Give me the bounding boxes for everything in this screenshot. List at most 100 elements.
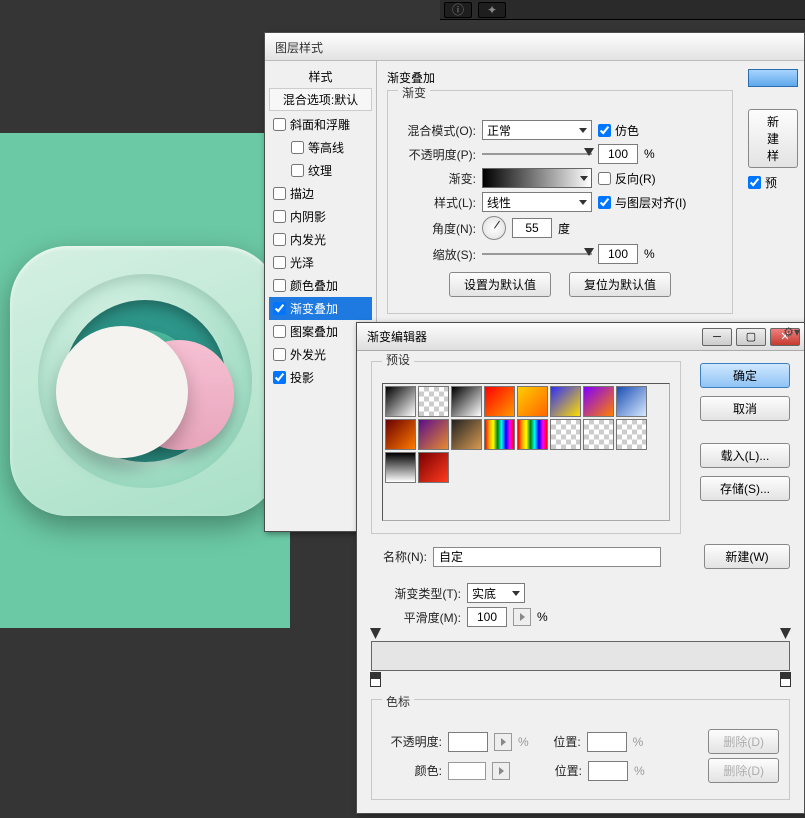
gradient-type-select[interactable]: 实底: [467, 583, 525, 603]
reverse-checkbox[interactable]: [598, 172, 611, 185]
stop-color-picker: [492, 762, 510, 780]
gradient-bar[interactable]: [371, 641, 790, 671]
delete-opacity-stop-button: 删除(D): [708, 729, 779, 754]
style-checkbox[interactable]: [273, 348, 286, 361]
scale-input[interactable]: [598, 244, 638, 264]
stop-color-well: [448, 762, 486, 780]
preset-swatch-12[interactable]: [517, 419, 548, 450]
preset-swatch-4[interactable]: [517, 386, 548, 417]
blend-mode-select[interactable]: 正常: [482, 120, 592, 140]
ok-button[interactable]: 确定: [700, 363, 790, 388]
preset-swatch-8[interactable]: [385, 419, 416, 450]
gradient-style-select[interactable]: 线性: [482, 192, 592, 212]
blend-defaults-row[interactable]: 混合选项:默认: [269, 88, 372, 111]
preset-swatch-10[interactable]: [451, 419, 482, 450]
style-row-纹理[interactable]: 纹理: [269, 159, 372, 182]
style-checkbox[interactable]: [273, 187, 286, 200]
preset-swatch-17[interactable]: [418, 452, 449, 483]
name-label: 名称(N):: [371, 548, 427, 565]
stop-opacity-label: 不透明度:: [382, 733, 442, 750]
save-button[interactable]: 存储(S)...: [700, 476, 790, 501]
opacity-stop-left[interactable]: [370, 628, 381, 639]
style-label: 内发光: [290, 231, 326, 248]
style-checkbox[interactable]: [273, 256, 286, 269]
style-checkbox[interactable]: [291, 164, 304, 177]
blend-mode-label: 混合模式(O):: [398, 122, 476, 139]
info-icon[interactable]: ⓘ: [444, 2, 472, 18]
style-checkbox[interactable]: [273, 233, 286, 246]
style-row-斜面和浮雕[interactable]: 斜面和浮雕: [269, 113, 372, 136]
style-row-颜色叠加[interactable]: 颜色叠加: [269, 274, 372, 297]
smoothness-input[interactable]: [467, 607, 507, 627]
style-list-header[interactable]: 样式: [269, 65, 372, 88]
style-row-渐变叠加[interactable]: 渐变叠加: [269, 297, 372, 320]
style-label: 渐变叠加: [290, 300, 338, 317]
preset-swatch-5[interactable]: [550, 386, 581, 417]
style-label: 样式(L):: [398, 194, 476, 211]
preset-swatch-7[interactable]: [616, 386, 647, 417]
opacity-slider[interactable]: [482, 145, 592, 163]
layer-style-title[interactable]: 图层样式: [265, 33, 804, 61]
minimize-button[interactable]: ─: [702, 328, 732, 346]
style-row-内阴影[interactable]: 内阴影: [269, 205, 372, 228]
preset-swatch-11[interactable]: [484, 419, 515, 450]
caret-down-icon: [579, 200, 587, 205]
style-row-描边[interactable]: 描边: [269, 182, 372, 205]
gear-icon[interactable]: ⚙▾: [783, 325, 800, 339]
reset-default-button[interactable]: 复位为默认值: [569, 272, 671, 297]
preset-swatch-14[interactable]: [583, 419, 614, 450]
style-row-光泽[interactable]: 光泽: [269, 251, 372, 274]
artwork-icon: [10, 246, 280, 516]
style-checkbox[interactable]: [291, 141, 304, 154]
top-primary-button[interactable]: [748, 69, 798, 87]
preset-swatch-6[interactable]: [583, 386, 614, 417]
preset-swatch-3[interactable]: [484, 386, 515, 417]
color-stop-left[interactable]: [370, 672, 381, 686]
caret-down-icon: [512, 591, 520, 596]
style-checkbox[interactable]: [273, 118, 286, 131]
set-default-button[interactable]: 设置为默认值: [449, 272, 551, 297]
new-gradient-button[interactable]: 新建(W): [704, 544, 790, 569]
align-checkbox[interactable]: [598, 196, 611, 209]
style-label: 斜面和浮雕: [290, 116, 350, 133]
preset-swatch-16[interactable]: [385, 452, 416, 483]
gradient-name-input[interactable]: [433, 547, 661, 567]
wand-icon[interactable]: ✦: [478, 2, 506, 18]
style-checkbox[interactable]: [273, 371, 286, 384]
gradient-editor-titlebar[interactable]: 渐变编辑器 ─ ▢ ✕: [357, 323, 804, 351]
style-row-等高线[interactable]: 等高线: [269, 136, 372, 159]
new-style-button[interactable]: 新建样: [748, 109, 798, 168]
style-checkbox[interactable]: [273, 325, 286, 338]
color-stop-right[interactable]: [780, 672, 791, 686]
preview-checkbox[interactable]: [748, 176, 761, 189]
preset-swatch-9[interactable]: [418, 419, 449, 450]
preset-swatch-1[interactable]: [418, 386, 449, 417]
angle-dial[interactable]: [482, 216, 506, 240]
style-checkbox[interactable]: [273, 302, 286, 315]
stops-label: 色标: [382, 693, 414, 710]
percent-label: %: [634, 764, 645, 778]
opacity-stop-right[interactable]: [780, 628, 791, 639]
preset-swatch-0[interactable]: [385, 386, 416, 417]
presets-label: 预设: [382, 351, 414, 368]
smoothness-stepper[interactable]: [513, 608, 531, 626]
preset-swatch-15[interactable]: [616, 419, 647, 450]
document-canvas[interactable]: [0, 133, 290, 628]
cancel-button[interactable]: 取消: [700, 396, 790, 421]
preset-swatch-13[interactable]: [550, 419, 581, 450]
preset-swatch-2[interactable]: [451, 386, 482, 417]
stop-opacity-input: [448, 732, 488, 752]
angle-input[interactable]: [512, 218, 552, 238]
load-button[interactable]: 载入(L)...: [700, 443, 790, 468]
smoothness-label: 平滑度(M):: [371, 609, 461, 626]
gradient-preview[interactable]: [482, 168, 592, 188]
scale-slider[interactable]: [482, 245, 592, 263]
gradient-type-label: 渐变类型(T):: [371, 585, 461, 602]
presets-box[interactable]: [382, 383, 670, 521]
style-checkbox[interactable]: [273, 279, 286, 292]
style-checkbox[interactable]: [273, 210, 286, 223]
dither-checkbox[interactable]: [598, 124, 611, 137]
maximize-button[interactable]: ▢: [736, 328, 766, 346]
style-row-内发光[interactable]: 内发光: [269, 228, 372, 251]
opacity-input[interactable]: [598, 144, 638, 164]
